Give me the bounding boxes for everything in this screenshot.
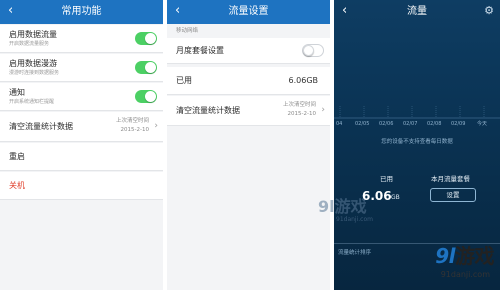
watermark-url-center: 91danji.com [336,216,373,223]
row-label: 清空流量统计数据 [176,106,240,115]
chart-tick-label: 02/05 [355,121,370,127]
screenshot-stage: ‹ 常用功能 启用数据流量 开启数据流量服务 启用数据漫游 漫游时连接到数据服务… [0,0,500,290]
row-clear-stats[interactable]: 清空流量统计数据 上次清空时间 2015-2-10 › [0,112,163,142]
row-monthly-plan[interactable]: 月度套餐设置 [167,38,330,64]
chart-tick-label: 今天 [477,121,488,127]
common-functions-screen: ‹ 常用功能 启用数据流量 开启数据流量服务 启用数据漫游 漫游时连接到数据服务… [0,0,163,290]
used-label: 已用 [380,175,393,183]
page-title: 流量设置 [228,6,269,17]
used-value: 6.06GB [288,76,319,85]
plan-label: 本月流量套餐 [431,175,470,183]
row-subtitle: 开启系统通知栏提醒 [9,99,55,105]
row-subtitle: 开启数据流量服务 [9,41,50,47]
watermark-logo-center: 9l游戏 [318,197,367,216]
monthly-plan-toggle[interactable] [302,44,324,57]
chevron-right-icon: › [154,121,158,131]
traffic-settings-screen: ‹ 流量设置 移动网络 月度套餐设置 已用 6.06GB 清空流量统计数据 上次… [167,0,330,290]
toggle-knob [145,62,156,73]
top-bar: ‹ 流量 ⚙ [334,0,500,24]
data-roaming-toggle[interactable] [135,61,157,74]
chart-tick-label: 04 [336,121,343,127]
row-label: 通知 [9,88,25,97]
shutdown-label: 关机 [9,181,25,190]
row-notifications[interactable]: 通知 开启系统通知栏提醒 [0,83,163,111]
unsupported-note: 您的设备不支持查看每日数据 [381,139,453,145]
last-cleared-label: 上次清空时间 [115,118,149,124]
section-header: 移动网络 [176,28,199,34]
chart-tick-label: 02/09 [451,121,466,127]
restart-label: 重启 [9,152,25,161]
row-restart[interactable]: 重启 [0,143,163,171]
row-label: 已用 [176,76,192,85]
chart-tick-label: 02/07 [403,121,418,127]
row-clear-stats[interactable]: 清空流量统计数据 上次清空时间 2015-2-10 › [167,96,330,126]
last-cleared-date: 2015-2-10 [120,127,149,133]
used-unit: GB [391,194,400,201]
watermark-url: 91danji.com [440,270,490,279]
toggle-knob [303,45,314,56]
top-bar: ‹ 常用功能 [0,0,163,24]
chart-tick-label: 02/06 [379,121,394,127]
set-plan-button[interactable]: 设置 [430,188,476,202]
last-cleared-date: 2015-2-10 [287,111,316,117]
row-label: 清空流量统计数据 [9,122,73,131]
row-data-roaming[interactable]: 启用数据漫游 漫游时连接到数据服务 [0,54,163,82]
mobile-data-toggle[interactable] [135,32,157,45]
chart-tick-label: 02/08 [427,121,442,127]
notifications-toggle[interactable] [135,90,157,103]
page-title: 流量 [407,6,427,17]
gear-icon[interactable]: ⚙ [484,4,494,18]
top-bar: ‹ 流量设置 [167,0,330,24]
row-mobile-data[interactable]: 启用数据流量 开启数据流量服务 [0,25,163,53]
row-subtitle: 漫游时连接到数据服务 [9,70,60,76]
row-label: 启用数据流量 [9,30,57,39]
last-cleared-label: 上次清空时间 [282,102,316,108]
row-label: 月度套餐设置 [176,46,224,55]
chevron-right-icon: › [321,105,325,115]
usage-chart-grid [334,106,500,119]
page-title: 常用功能 [61,6,102,17]
traffic-ranking-label[interactable]: 流量统计排序 [338,250,371,257]
row-used: 已用 6.06GB [167,67,330,95]
toggle-knob [145,33,156,44]
row-shutdown[interactable]: 关机 [0,172,163,200]
row-label: 启用数据漫游 [9,59,57,68]
toggle-knob [145,91,156,102]
watermark-logo: 9l游戏 [435,244,494,268]
